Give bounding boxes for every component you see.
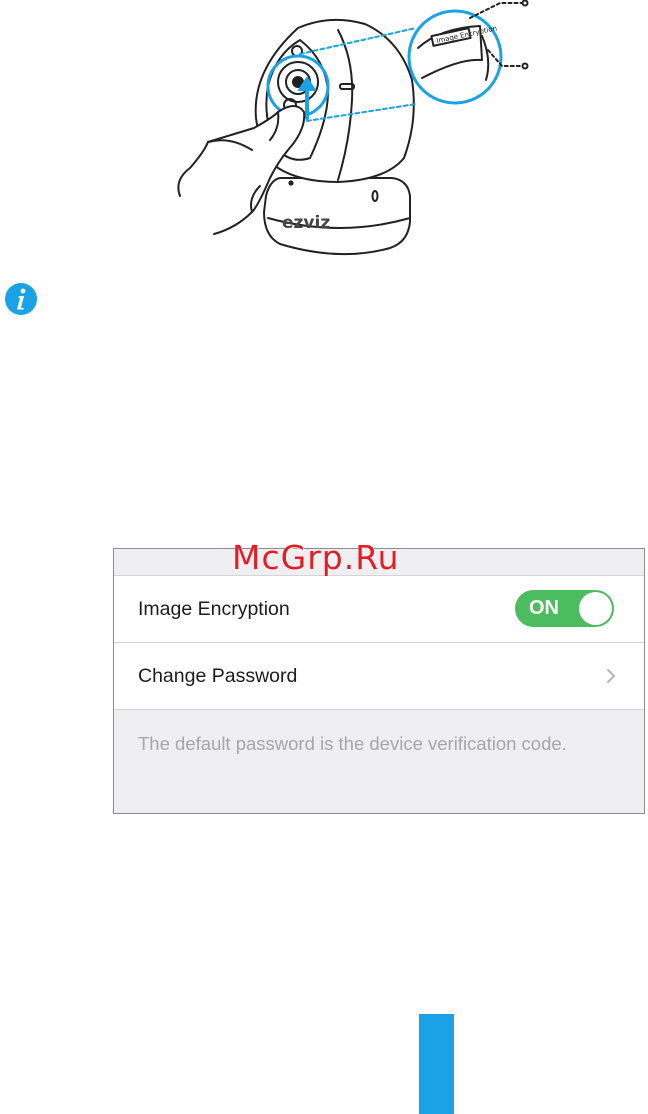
chevron-right-icon [607, 669, 616, 683]
image-encryption-row: Image Encryption ON [114, 576, 644, 643]
watermark: McGrp.Ru [232, 538, 400, 577]
change-password-label: Change Password [138, 664, 298, 687]
ezviz-logo: ezviz [282, 213, 330, 233]
image-encryption-toggle[interactable]: ON [515, 590, 614, 627]
change-password-row[interactable]: Change Password [114, 643, 644, 710]
default-password-note: The default password is the device verif… [138, 733, 567, 754]
info-icon [5, 283, 37, 315]
toggle-on-text: ON [529, 597, 559, 619]
image-encryption-label: Image Encryption [138, 597, 290, 620]
page-tab-marker [419, 1014, 454, 1114]
settings-panel: Image Encryption ON Change Password The … [113, 548, 645, 814]
camera-illustration: Image Encryption ezviz [177, 0, 529, 256]
toggle-knob [579, 592, 612, 625]
